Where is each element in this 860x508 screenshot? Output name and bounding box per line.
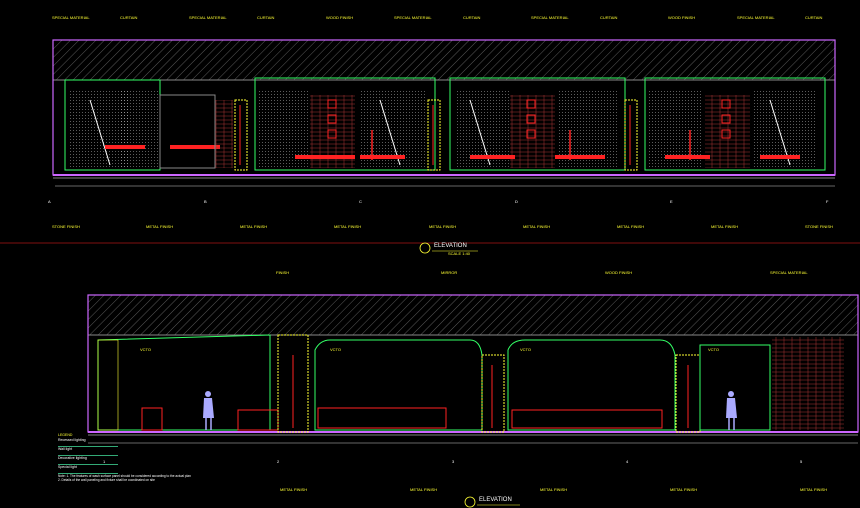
- top-callout-label: SPECIAL MATERIAL: [52, 15, 90, 20]
- top-bottom-callout-label: METAL FINISH: [711, 224, 739, 229]
- bay-1: [64, 79, 233, 171]
- legend-row: Wall light: [58, 447, 118, 456]
- grid-marker: E: [670, 199, 673, 204]
- figure-left: [203, 391, 214, 430]
- top-bottom-callout-label: METAL FINISH: [146, 224, 174, 229]
- bottom-bottom-callout-label: METAL FINISH: [540, 487, 568, 492]
- grid-marker: F: [826, 199, 829, 204]
- bottom-bottom-callout-label: METAL FINISH: [280, 487, 308, 492]
- bottom-callout-label: WOOD FINISH: [605, 270, 633, 275]
- top-callout-label: WOOD FINISH: [668, 15, 696, 20]
- grid-marker: B: [204, 199, 207, 204]
- top-bottom-callout-label: METAL FINISH: [240, 224, 268, 229]
- grid-marker: 2: [277, 459, 280, 464]
- notes-block: Note: 1. The features of wash surface pa…: [58, 474, 308, 482]
- bottom-bottom-callout-label: METAL FINISH: [410, 487, 438, 492]
- top-elevation-title: ELEVATION: [434, 243, 467, 249]
- bottom-callout-label: FINISH: [276, 270, 290, 275]
- top-elevation: [52, 39, 836, 187]
- top-bottom-callout-label: METAL FINISH: [617, 224, 645, 229]
- bottom-bottom-callout-label: METAL FINISH: [800, 487, 828, 492]
- vent-label: VCTO: [708, 347, 720, 352]
- top-callout-label: CURTAIN: [120, 15, 138, 20]
- grid-marker: C: [359, 199, 362, 204]
- grid-marker: 5: [800, 459, 803, 464]
- grid-marker: 3: [452, 459, 455, 464]
- top-bottom-callout-label: STONE FINISH: [805, 224, 833, 229]
- top-callout-label: SPECIAL MATERIAL: [189, 15, 227, 20]
- top-elevation-scale: SCALE 1:40: [448, 251, 471, 256]
- top-callout-label: CURTAIN: [257, 15, 275, 20]
- top-bottom-callout-label: METAL FINISH: [429, 224, 457, 229]
- vent-label: VCTO: [140, 347, 152, 352]
- top-callout-label: CURTAIN: [600, 15, 618, 20]
- bottom-callout-label: SPECIAL MATERIAL: [770, 270, 808, 275]
- bottom-elevation: [87, 294, 859, 444]
- elevation-drawing: [0, 39, 860, 508]
- bottom-elevation-title: ELEVATION: [479, 497, 512, 503]
- top-bottom-callout-label: STONE FINISH: [52, 224, 80, 229]
- legend-row: Special light: [58, 465, 118, 474]
- figure-right: [726, 391, 737, 430]
- top-bottom-callout-label: METAL FINISH: [334, 224, 362, 229]
- note-line-2: 2. Details of the wall paneling and fixt…: [58, 478, 155, 482]
- bay-4: [644, 77, 826, 171]
- top-callout-label: WOOD FINISH: [326, 15, 354, 20]
- vent-label: VCTO: [330, 347, 342, 352]
- legend-box: LEGEND Recessed lighting Wall light Decora…: [58, 433, 118, 474]
- top-callout-label: SPECIAL MATERIAL: [394, 15, 432, 20]
- legend-row: Recessed lighting: [58, 438, 118, 447]
- bottom-callout-label: MIRROR: [441, 270, 458, 275]
- bay-2: [254, 77, 436, 171]
- grid-marker: 4: [626, 459, 629, 464]
- grid-marker: A: [48, 199, 51, 204]
- top-callout-label: CURTAIN: [805, 15, 823, 20]
- vent-label: VCTO: [520, 347, 532, 352]
- top-callout-label: SPECIAL MATERIAL: [531, 15, 569, 20]
- legend-row: Decorative lighting: [58, 456, 118, 465]
- bottom-bottom-callout-label: METAL FINISH: [670, 487, 698, 492]
- top-bottom-callout-label: METAL FINISH: [523, 224, 551, 229]
- legend-rows: Recessed lighting Wall light Decorative li…: [58, 438, 118, 474]
- bay-3: [449, 77, 626, 171]
- top-callout-label: CURTAIN: [463, 15, 481, 20]
- top-callout-label: SPECIAL MATERIAL: [737, 15, 775, 20]
- grid-marker: D: [515, 199, 518, 204]
